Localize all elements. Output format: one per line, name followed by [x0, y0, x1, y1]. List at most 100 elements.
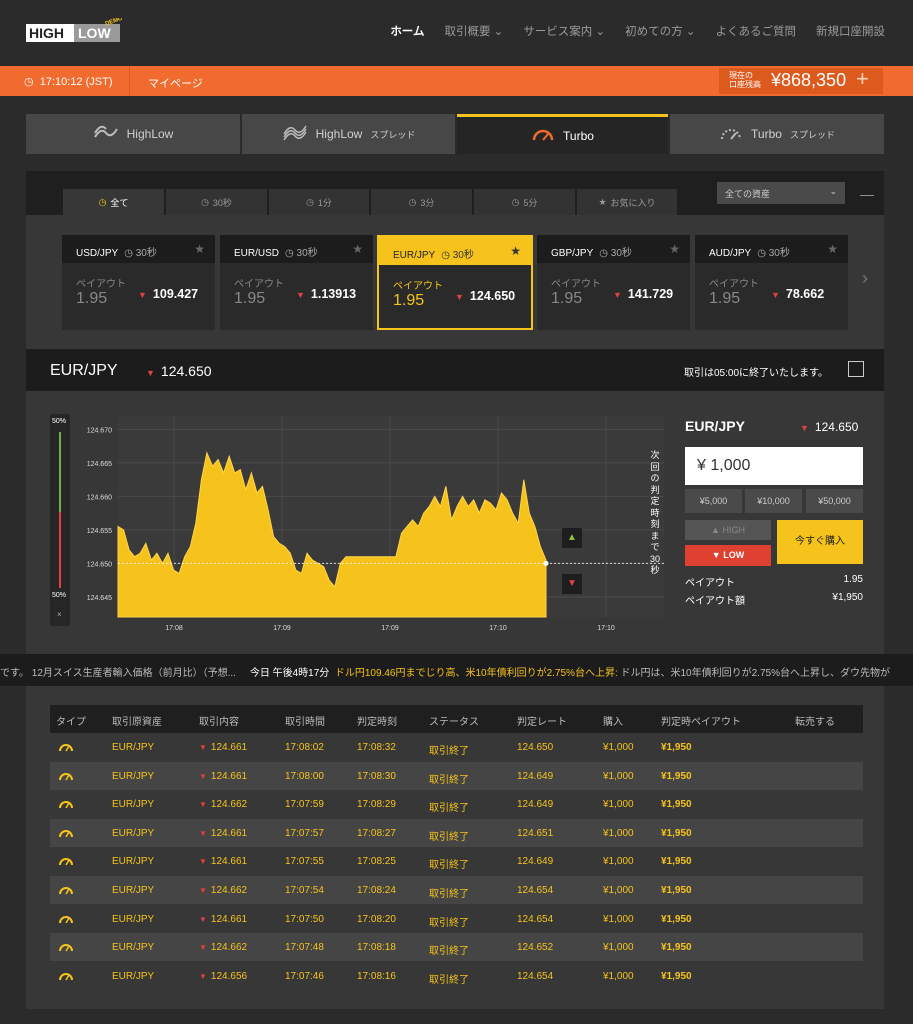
quick-amount-10000[interactable]: ¥10,000: [745, 489, 802, 513]
down-arrow-icon: ▼: [800, 423, 809, 433]
add-funds-button[interactable]: +: [856, 66, 869, 92]
cell-payout: ¥1,950: [661, 856, 692, 868]
speedometer-icon: [59, 744, 73, 752]
cell-time: 17:07:46: [285, 970, 324, 982]
table-row[interactable]: EUR/JPY ▼ 124.661 17:08:00 17:08:30 取引終了 124.6…: [50, 761, 863, 790]
cell-amount: ¥1,000: [603, 770, 634, 782]
buy-now-button[interactable]: 今すぐ購入: [777, 520, 863, 564]
nav-services[interactable]: サービス案内 ⌄: [523, 23, 605, 39]
column-header[interactable]: 転売する: [795, 713, 835, 728]
filter-30s[interactable]: ◷ 30秒: [166, 189, 267, 215]
collapse-icon[interactable]: —: [860, 186, 874, 202]
favorite-star-icon[interactable]: ★: [194, 242, 205, 256]
high-button-label: HIGH: [722, 525, 745, 535]
table-row[interactable]: EUR/JPY ▼ 124.661 17:07:55 17:08:25 取引終了 124.6…: [50, 847, 863, 875]
cell-amount: ¥1,000: [603, 799, 634, 811]
card-duration: ◷ 30秒: [285, 248, 318, 259]
asset-card-eurusd[interactable]: EUR/USD ◷ 30秒 ★ ペイアウト 1.95 ▼ 1.13913: [220, 235, 373, 330]
high-button[interactable]: ▲ HIGH: [685, 520, 771, 540]
highlow-logo[interactable]: HIGH LOW DEMO: [26, 18, 122, 44]
card-payout: 1.95: [76, 290, 108, 307]
table-row[interactable]: EUR/JPY ▼ 124.662 17:07:48 17:08:18 取引終了 124.6…: [50, 933, 863, 962]
column-header[interactable]: 購入: [603, 713, 623, 728]
filter-1m[interactable]: ◷ 1分: [269, 189, 369, 215]
filter-favorites[interactable]: ★ お気に入り: [577, 189, 677, 215]
nav-beginners[interactable]: 初めての方 ⌄: [625, 23, 695, 39]
card-header: GBP/JPY ◷ 30秒 ★: [537, 235, 690, 263]
tab-turbo[interactable]: Turbo: [457, 114, 668, 154]
table-row[interactable]: EUR/JPY ▼ 124.661 17:07:57 17:08:27 取引終了 124.6…: [50, 818, 863, 847]
payout-amount-label: ペイアウト額: [685, 596, 745, 607]
asset-select[interactable]: 全ての資産 ⌄: [717, 182, 845, 204]
tab-highlow[interactable]: HighLow: [26, 114, 240, 154]
cell-expiry: 17:08:32: [357, 742, 396, 753]
cell-expiry: 17:08:24: [357, 885, 396, 896]
filter-all[interactable]: ◷ 全て: [63, 189, 164, 215]
table-row[interactable]: EUR/JPY ▼ 124.656 17:07:46 17:08:16 取引終了 124.6…: [50, 962, 863, 990]
table-row[interactable]: EUR/JPY ▼ 124.662 17:07:59 17:08:29 取引終了 124.6…: [50, 790, 863, 818]
tab-turbo-label: Turbo: [563, 128, 594, 143]
y-tick-label: 124.655: [87, 528, 112, 535]
filter-favorites-label: お気に入り: [610, 197, 656, 208]
y-tick-label: 124.665: [87, 461, 112, 468]
column-header[interactable]: 判定レート: [517, 713, 567, 728]
cell-expiry: 17:08:20: [357, 913, 396, 925]
mypage-link[interactable]: マイページ: [148, 75, 203, 91]
filter-5m[interactable]: ◷ 5分: [474, 189, 575, 215]
quick-amount-5000[interactable]: ¥5,000: [685, 489, 742, 513]
low-button[interactable]: ▼ LOW: [685, 545, 771, 566]
clock-icon: ◷: [201, 196, 209, 207]
favorite-star-icon[interactable]: ★: [510, 244, 521, 258]
filter-3m[interactable]: ◷ 3分: [371, 189, 472, 215]
down-arrow-icon: ▼: [199, 943, 207, 953]
column-header[interactable]: 判定時刻: [357, 713, 397, 728]
cell-close-rate: 124.650: [517, 742, 554, 753]
nav-faq[interactable]: よくあるご質問: [716, 23, 797, 39]
favorite-star-icon[interactable]: ★: [669, 242, 680, 256]
nav-open-account[interactable]: 新規口座開設: [816, 23, 885, 39]
nav-home[interactable]: ホーム: [390, 23, 424, 39]
asset-card-eurjpy[interactable]: EUR/JPY ◷ 30秒 ★ ペイアウト 1.95 ▼ 124.650: [377, 235, 533, 330]
column-header[interactable]: 判定時ペイアウト: [661, 713, 741, 728]
cell-strike: ▼ 124.661: [199, 856, 247, 867]
payout-amount-value: ¥1,950: [832, 592, 863, 603]
card-rate-value: 78.662: [785, 287, 825, 301]
card-rate: ▼ 124.650: [455, 289, 515, 303]
card-duration-value: 30秒: [610, 248, 632, 259]
favorite-star-icon[interactable]: ★: [827, 242, 838, 256]
asset-card-audjpy[interactable]: AUD/JPY ◷ 30秒 ★ ペイアウト 1.95 ▼ 78.662: [695, 235, 848, 330]
column-header[interactable]: 取引原資産: [112, 713, 162, 728]
column-header[interactable]: ステータス: [429, 713, 479, 728]
cell-close-rate: 124.651: [517, 827, 554, 839]
table-row[interactable]: EUR/JPY ▼ 124.661 17:08:02 17:08:32 取引終了 124.6…: [50, 733, 863, 761]
column-header[interactable]: タイプ: [56, 713, 86, 728]
card-duration-value: 30秒: [296, 248, 318, 259]
table-row[interactable]: EUR/JPY ▼ 124.662 17:07:54 17:08:24 取引終了 124.6…: [50, 876, 863, 904]
favorite-star-icon[interactable]: ★: [352, 242, 363, 256]
asset-card-usdjpy[interactable]: USD/JPY ◷ 30秒 ★ ペイアウト 1.95 ▼ 109.427: [62, 235, 215, 330]
cell-payout: ¥1,950: [661, 827, 692, 839]
tab-turbo-spread[interactable]: Turbo スプレッド: [670, 114, 884, 154]
card-rate: ▼ 109.427: [138, 287, 198, 301]
amount-input[interactable]: ¥ 1,000: [685, 447, 863, 485]
up-arrow-icon[interactable]: ▲: [562, 528, 582, 548]
column-header[interactable]: 取引内容: [199, 713, 239, 728]
quick-amount-50000[interactable]: ¥50,000: [806, 489, 863, 513]
asset-card-gbpjpy[interactable]: GBP/JPY ◷ 30秒 ★ ペイアウト 1.95 ▼ 141.729: [537, 235, 690, 330]
news-ticker[interactable]: です。 12月スイス生産者輸入価格（前月比）（予想... 今日 午後4時17分 …: [0, 654, 913, 686]
down-arrow-icon[interactable]: ▼: [562, 574, 582, 594]
table-row[interactable]: EUR/JPY ▼ 124.661 17:07:50 17:08:20 取引終了 124.6…: [50, 905, 863, 933]
cell-payout: ¥1,950: [661, 770, 692, 782]
nav-trading-overview[interactable]: 取引概要 ⌄: [444, 23, 503, 39]
tab-highlow-spread[interactable]: HighLow スプレッド: [242, 114, 455, 154]
expand-icon[interactable]: [848, 361, 864, 377]
speedometer-icon: [531, 126, 555, 145]
column-header[interactable]: 取引時間: [285, 713, 325, 728]
payout-row: ペイアウト 1.95: [685, 574, 863, 589]
card-pair: USD/JPY: [76, 248, 119, 259]
cell-strike-value: 124.662: [210, 799, 248, 811]
cell-status: 取引終了: [429, 746, 469, 757]
chevron-right-icon[interactable]: ›: [862, 268, 868, 289]
selected-pair-bar: EUR/JPY ▼ 124.650 取引は05:00に終了いたします。: [26, 349, 884, 391]
ticket-pair: EUR/JPY: [685, 418, 745, 434]
